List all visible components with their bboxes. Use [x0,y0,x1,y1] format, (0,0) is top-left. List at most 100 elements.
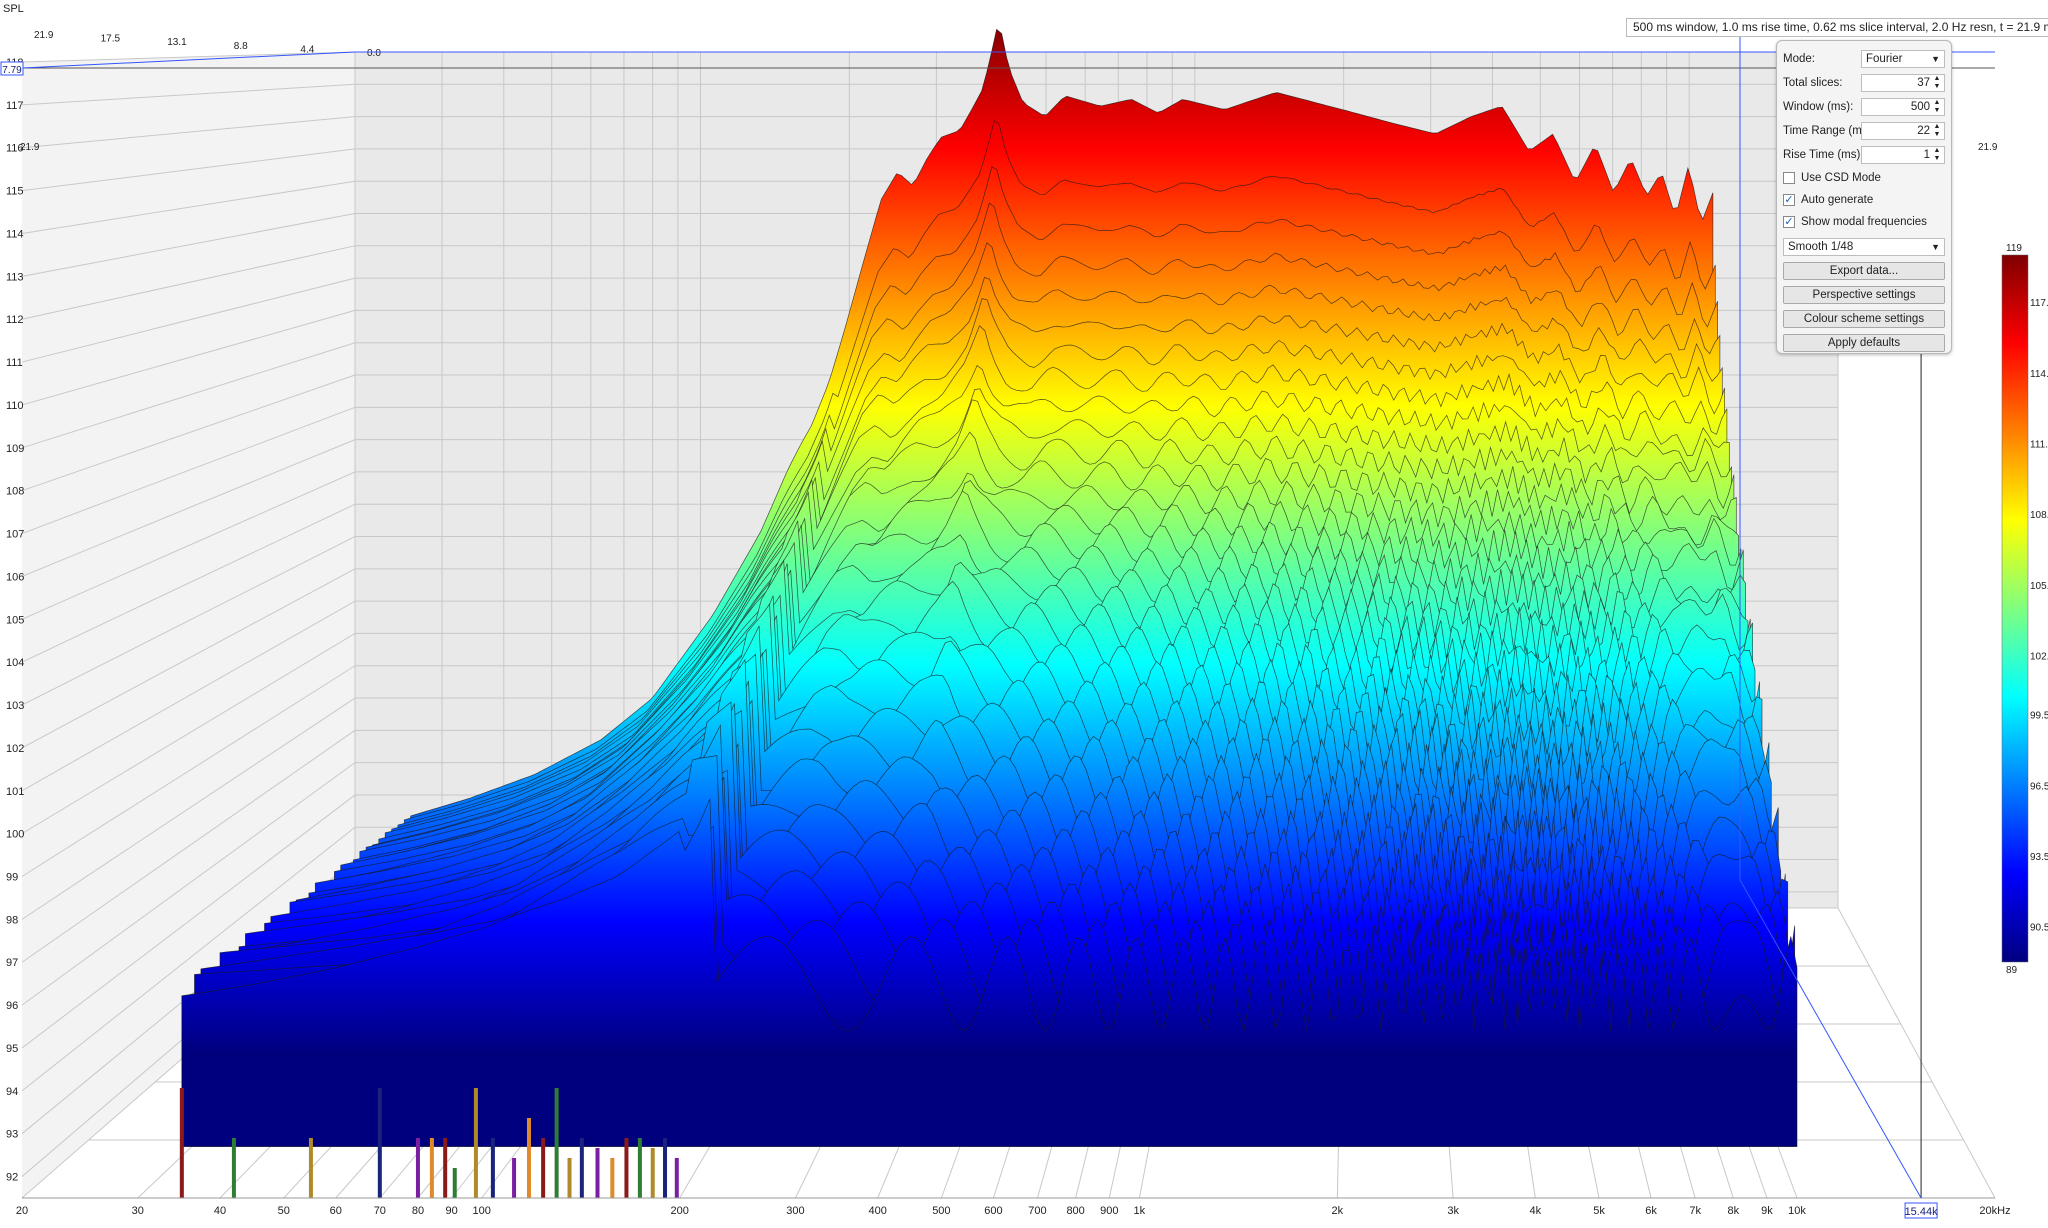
y-tick-label: 103 [6,700,24,712]
waterfall-controls-panel: Mode: Fourier ▼ Total slices: 37 ▲ ▼ Wind… [1776,40,1952,354]
x-tick-label: 900 [1100,1205,1118,1217]
modal-frequency-bar [663,1138,668,1198]
total-slices-value: 37 [1917,77,1930,89]
spin-arrows-icon[interactable]: ▲ ▼ [1932,99,1942,115]
modal-frequency-bar [443,1138,448,1198]
time-range-value: 22 [1917,125,1930,137]
window-stepper[interactable]: 500 ▲ ▼ [1861,98,1945,116]
window-value: 500 [1910,101,1930,113]
y-tick-label: 101 [6,786,24,798]
y-tick-label: 95 [6,1043,18,1055]
x-tick-label: 2k [1332,1205,1344,1217]
time-tick-label: 17.5 [101,34,121,45]
mode-label: Mode: [1783,53,1815,65]
time-range-row: Time Range (ms): 22 ▲ ▼ [1783,122,1945,142]
y-tick-label: 99 [6,871,18,883]
modal-frequency-bar [512,1158,517,1198]
export-data-button[interactable]: Export data... [1783,262,1945,280]
x-tick-label: 30 [132,1205,144,1217]
smoothing-select[interactable]: Smooth 1/48 ▼ [1783,238,1945,256]
modal-frequency-bar [377,1088,382,1198]
x-tick-label: 20 [16,1205,28,1217]
rise-time-value: 1 [1923,149,1930,161]
chevron-down-icon: ▼ [1931,242,1940,252]
modal-frequency-bar [610,1158,615,1198]
modal-frequency-bar [541,1138,546,1198]
x-tick-label: 9k [1761,1205,1773,1217]
colour-scale-min: 89 [2006,965,2018,976]
y-tick-label: 100 [6,829,24,841]
rise-time-label: Rise Time (ms): [1783,149,1864,161]
apply-defaults-button[interactable]: Apply defaults [1783,334,1945,352]
modal-frequency-bar [624,1138,629,1198]
time-tick-label: 13.1 [167,37,187,48]
x-tick-label: 700 [1028,1205,1046,1217]
time-range-stepper[interactable]: 22 ▲ ▼ [1861,122,1945,140]
colour-scheme-settings-button[interactable]: Colour scheme settings [1783,310,1945,328]
modal-frequency-bar [231,1138,236,1198]
y-tick-label: 114 [6,228,24,240]
y-tick-label: 111 [6,357,23,369]
window-row: Window (ms): 500 ▲ ▼ [1783,98,1945,118]
y-tick-label: 98 [6,914,18,926]
auto-generate-checkbox[interactable]: ✓ [1783,194,1795,206]
colour-scale-max: 119 [2006,243,2022,254]
time-tick-label: 0.0 [367,48,381,59]
x-tick-label: 100 [473,1205,491,1217]
waterfall-plot[interactable]: 20 30 40 50 60 70 80 90 100 200 300 400 500 600 700 800… [0,0,2048,1223]
x-tick-label: 300 [786,1205,804,1217]
x-tick-label: 6k [1645,1205,1657,1217]
y-tick-label: 115 [6,186,24,198]
y-tick-label: 102 [6,743,24,755]
modal-frequency-bar [473,1088,478,1198]
colour-scale-label: 93.5 [2030,852,2048,863]
modal-frequency-bar [554,1088,559,1198]
x-tick-label: 500 [932,1205,950,1217]
x-tick-label: 400 [868,1205,886,1217]
y-tick-label: 96 [6,1000,18,1012]
chevron-down-icon: ▼ [1931,54,1940,64]
show-modal-checkbox[interactable]: ✓ [1783,216,1795,228]
y-tick-label: 109 [6,443,24,455]
rise-time-stepper[interactable]: 1 ▲ ▼ [1861,146,1945,164]
mode-select[interactable]: Fourier ▼ [1861,50,1945,68]
csd-mode-checkbox[interactable] [1783,172,1795,184]
auto-generate-row[interactable]: ✓ Auto generate [1783,192,1945,212]
x-tick-label: 3k [1447,1205,1459,1217]
spin-arrows-icon[interactable]: ▲ ▼ [1932,147,1942,163]
show-modal-row[interactable]: ✓ Show modal frequencies [1783,214,1945,234]
y-tick-label: 112 [6,314,24,326]
perspective-settings-button[interactable]: Perspective settings [1783,286,1945,304]
smoothing-value: Smooth 1/48 [1788,241,1854,253]
time-tick-label: 21.9 [34,30,54,41]
colour-scale-label: 102. [2030,652,2048,663]
spin-arrows-icon[interactable]: ▲ ▼ [1932,123,1942,139]
csd-mode-row[interactable]: Use CSD Mode [1783,170,1945,190]
window-label: Window (ms): [1783,101,1854,113]
y-tick-label: 97 [6,957,18,969]
modal-frequency-bar [308,1138,313,1198]
y-tick-label: 113 [6,271,24,283]
waterfall-svg[interactable]: 20 30 40 50 60 70 80 90 100 200 300 400 500 600 700 800… [0,0,2048,1223]
y-tick-label: 94 [6,1086,18,1098]
modal-frequency-bar [674,1158,679,1198]
y-tick-label: 110 [6,400,24,412]
cursor-y-readout: 7.79 [2,65,22,76]
colour-scale-bar [2001,254,2029,963]
show-modal-label: Show modal frequencies [1801,216,1927,228]
spin-arrows-icon[interactable]: ▲ ▼ [1932,75,1942,91]
mode-value: Fourier [1866,53,1903,65]
colour-scale-label: 90.5 [2030,923,2048,934]
y-tick-label: 92 [6,1172,18,1184]
total-slices-stepper[interactable]: 37 ▲ ▼ [1861,74,1945,92]
colour-scale-label: 117. [2030,298,2048,309]
modal-frequency-bar [429,1138,434,1198]
x-tick-label: 80 [412,1205,424,1217]
modal-frequency-bar [579,1138,584,1198]
y-tick-label: 105 [6,614,24,626]
x-tick-label: 60 [330,1205,342,1217]
y-tick-label: 104 [6,657,24,669]
x-tick-label: 90 [445,1205,457,1217]
y-tick-label: 93 [6,1129,18,1141]
x-tick-label: 20kHz [1979,1205,2010,1217]
